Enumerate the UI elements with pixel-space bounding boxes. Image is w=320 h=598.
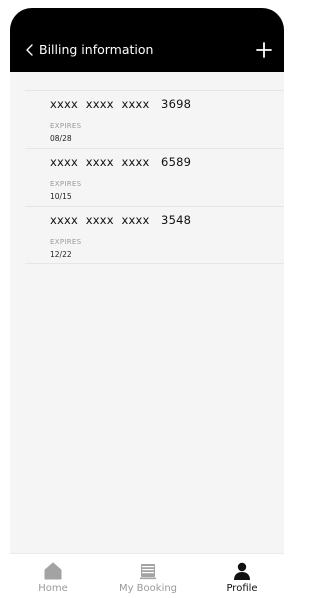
expires-value: 12/22 [50,250,72,259]
app-header: Billing information [10,8,284,72]
nav-item-home[interactable]: Home [13,554,93,598]
chevron-left-icon[interactable] [23,43,37,57]
card-number: xxxx xxxx xxxx 3698 [50,97,192,111]
page-title: Billing information [39,42,154,57]
phone-screen: Billing information xxxx xxxx xxxx 3698 … [10,8,284,598]
nav-item-profile[interactable]: Profile [202,554,282,598]
card-row[interactable]: xxxx xxxx xxxx 6589 EXPIRES 10/15 [25,148,284,206]
card-row[interactable]: xxxx xxxx xxxx 3548 EXPIRES 12/22 [25,206,284,264]
card-number: xxxx xxxx xxxx 3548 [50,213,192,227]
card-list: xxxx xxxx xxxx 3698 EXPIRES 08/28 xxxx x… [25,90,284,264]
card-row[interactable]: xxxx xxxx xxxx 3698 EXPIRES 08/28 [25,90,284,148]
expires-label: EXPIRES [50,122,82,130]
plus-icon[interactable] [255,41,273,59]
expires-label: EXPIRES [50,238,82,246]
expires-label: EXPIRES [50,180,82,188]
nav-label-home: Home [38,583,68,594]
nav-item-my-booking[interactable]: My Booking [108,554,188,598]
booking-icon [140,564,156,580]
expires-value: 08/28 [50,134,72,143]
profile-icon [234,562,250,580]
nav-label-profile: Profile [226,583,258,594]
home-icon [44,562,62,580]
nav-label-my-booking: My Booking [118,583,178,594]
card-number: xxxx xxxx xxxx 6589 [50,155,192,169]
bottom-nav: Home My Booking Profile [10,553,284,598]
expires-value: 10/15 [50,192,72,201]
